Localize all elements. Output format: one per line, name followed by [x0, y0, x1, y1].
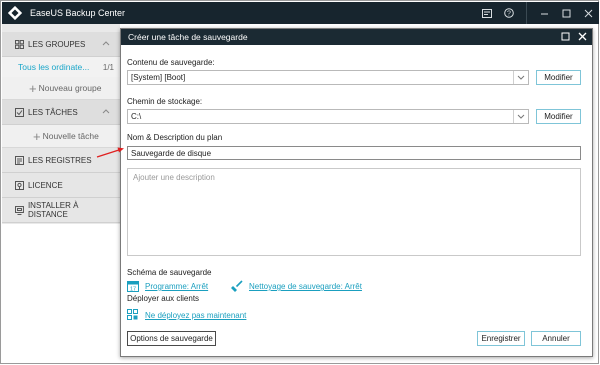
create-backup-task-dialog: Créer une tâche de sauvegarde Contenu de…: [120, 28, 593, 357]
easeus-logo-icon: [8, 6, 22, 20]
content-select[interactable]: [System] [Boot]: [127, 70, 529, 85]
cancel-button[interactable]: Annuler: [531, 331, 581, 346]
plus-icon: +: [33, 128, 41, 144]
sidebar-item-licence[interactable]: LICENCE: [2, 173, 120, 198]
plus-icon: +: [29, 80, 37, 96]
sidebar: LES GROUPES Tous les ordinate... 1/1 + N…: [2, 24, 120, 224]
storage-select[interactable]: C:\: [127, 109, 529, 124]
remote-install-label: INSTALLER À DISTANCE: [27, 201, 79, 219]
sidebar-item-all-computers[interactable]: Tous les ordinate... 1/1: [2, 57, 120, 77]
all-computers-label: Tous les ordinate...: [18, 62, 90, 72]
dialog-title: Créer une tâche de sauvegarde: [128, 32, 248, 42]
plan-label: Nom & Description du plan: [127, 133, 223, 142]
svg-text:?: ?: [507, 11, 511, 18]
deploy-link[interactable]: Ne déployez pas maintenant: [145, 311, 246, 320]
new-task-label: Nouvelle tâche: [42, 131, 99, 141]
all-computers-count: 1/1: [102, 62, 114, 72]
tasks-icon: [15, 107, 24, 117]
deploy-clients-icon: [127, 309, 138, 320]
description-field[interactable]: Ajouter une description: [127, 168, 581, 256]
chevron-up-icon[interactable]: [102, 108, 110, 114]
tasks-label: LES TÂCHES: [28, 107, 78, 117]
chevron-down-icon[interactable]: [513, 110, 528, 123]
cleanup-link[interactable]: Nettoyage de sauvegarde: Arrêt: [249, 282, 362, 291]
remote-install-icon: [15, 205, 24, 215]
titlebar-divider: [526, 2, 527, 24]
storage-value: C:\: [131, 112, 142, 121]
modify-storage-button[interactable]: Modifier: [536, 109, 581, 124]
groups-label: LES GROUPES: [28, 39, 86, 49]
close-icon[interactable]: [577, 2, 599, 24]
backup-options-button[interactable]: Options de sauvegarde: [127, 331, 216, 346]
plan-name-value: Sauvegarde de disque: [131, 148, 212, 158]
storage-label: Chemin de stockage:: [127, 97, 203, 106]
plan-name-field[interactable]: Sauvegarde de disque: [127, 146, 581, 160]
content-label: Contenu de sauvegarde:: [127, 58, 215, 67]
registers-icon: [15, 155, 24, 165]
content-value: [System] [Boot]: [131, 73, 186, 82]
modify-content-button[interactable]: Modifier: [536, 70, 581, 85]
maximize-icon[interactable]: [555, 2, 577, 24]
close-icon[interactable]: [578, 32, 587, 41]
app-title: EaseUS Backup Center: [30, 8, 126, 18]
licence-icon: [15, 180, 24, 190]
sidebar-item-remote-install[interactable]: INSTALLER À DISTANCE: [2, 198, 120, 223]
calendar-icon: 17: [127, 281, 139, 293]
app-window: EaseUS Backup Center ? LES GROUPES Tous …: [0, 0, 599, 364]
schema-label: Schéma de sauvegarde: [127, 268, 212, 277]
save-button[interactable]: Enregistrer: [477, 331, 525, 346]
calendar-day: 17: [130, 287, 136, 293]
maximize-icon[interactable]: [561, 32, 570, 41]
new-group-button[interactable]: + Nouveau groupe: [2, 77, 120, 100]
broom-icon: [231, 280, 243, 292]
deploy-label: Déployer aux clients: [127, 294, 200, 303]
news-icon[interactable]: [476, 2, 498, 24]
chevron-up-icon[interactable]: [102, 40, 110, 46]
licence-label: LICENCE: [28, 180, 63, 190]
minimize-icon[interactable]: [533, 2, 555, 24]
sidebar-groups-header[interactable]: LES GROUPES: [2, 32, 120, 57]
groups-icon: [15, 39, 24, 49]
sidebar-tasks-header[interactable]: LES TÂCHES: [2, 100, 120, 125]
description-placeholder: Ajouter une description: [133, 173, 215, 182]
program-link[interactable]: Programme: Arrêt: [145, 282, 208, 291]
chevron-down-icon[interactable]: [513, 71, 528, 84]
dialog-titlebar: Créer une tâche de sauvegarde: [121, 29, 592, 45]
annotation-arrow: [96, 147, 124, 158]
new-group-label: Nouveau groupe: [38, 83, 102, 93]
app-titlebar: EaseUS Backup Center ?: [2, 2, 599, 24]
registers-label: LES REGISTRES: [28, 155, 92, 165]
help-icon[interactable]: ?: [498, 2, 520, 24]
